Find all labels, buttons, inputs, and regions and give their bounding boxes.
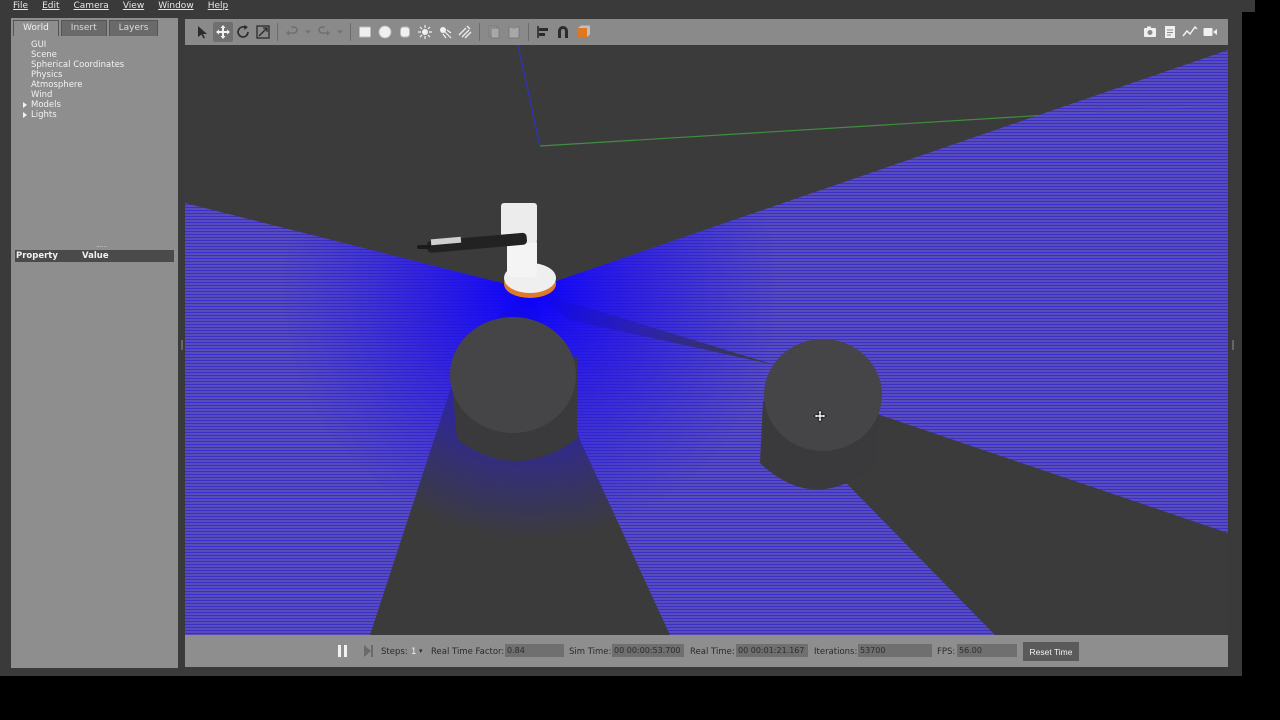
redo-dropdown-icon[interactable]	[334, 22, 346, 42]
expand-arrow-icon[interactable]	[23, 102, 27, 108]
tree-item-physics[interactable]: Physics	[31, 70, 62, 80]
spot-light-icon[interactable]	[435, 22, 455, 42]
snap-icon[interactable]	[553, 22, 573, 42]
tree-item-atmosphere[interactable]: Atmosphere	[31, 80, 82, 90]
directional-light-icon[interactable]	[455, 22, 475, 42]
log-icon[interactable]	[1160, 22, 1180, 42]
sim-time-label: Sim Time:	[569, 647, 612, 657]
tree-item-gui[interactable]: GUI	[31, 40, 46, 50]
left-panel: World Insert Layers GUI Scene Spherical …	[11, 18, 178, 668]
tab-layers[interactable]: Layers	[108, 20, 159, 36]
copy-icon[interactable]	[484, 22, 504, 42]
pause-icon[interactable]	[338, 645, 348, 657]
screenshot-icon[interactable]	[1140, 22, 1160, 42]
gazebo-window: File Edit Camera View Window Help World …	[0, 0, 1255, 676]
change-view-icon[interactable]	[573, 22, 593, 42]
menu-window[interactable]: Window	[158, 1, 194, 11]
sphere-shape-icon[interactable]	[375, 22, 395, 42]
menu-view[interactable]: View	[123, 1, 144, 11]
menu-camera[interactable]: Camera	[74, 1, 109, 11]
tree-item-lights[interactable]: Lights	[23, 110, 57, 120]
real-time-value: 00 00:01:21.167	[736, 644, 808, 657]
tree-item-label: Wind	[31, 90, 53, 100]
box-shape-icon[interactable]	[355, 22, 375, 42]
tree-item-label: Spherical Coordinates	[31, 60, 125, 70]
iterations-label: Iterations:	[814, 647, 858, 657]
tab-world[interactable]: World	[13, 20, 59, 36]
point-light-icon[interactable]	[415, 22, 435, 42]
expand-arrow-icon[interactable]	[23, 112, 27, 118]
time-panel: Steps: 1 ▾ Real Time Factor: 0.84 Sim Ti…	[185, 635, 1228, 667]
steps-dropdown-icon[interactable]: ▾	[419, 647, 423, 655]
right-panel-resize-handle[interactable]	[1232, 340, 1234, 350]
scale-icon[interactable]	[253, 22, 273, 42]
real-time-label: Real Time:	[690, 647, 735, 657]
real-time-factor-label: Real Time Factor:	[431, 647, 505, 657]
obstacle-cylinder-left	[450, 317, 577, 461]
tree-item-models[interactable]: Models	[23, 100, 61, 110]
paste-icon[interactable]	[504, 22, 524, 42]
tree-item-label: GUI	[31, 40, 47, 50]
panel-tabs: World Insert Layers	[13, 20, 159, 36]
toolbar	[185, 19, 1228, 45]
record-video-icon[interactable]	[1200, 22, 1220, 42]
world-tree: GUI Scene Spherical Coordinates Physics …	[11, 37, 178, 249]
tree-item-label: Scene	[31, 50, 57, 60]
render-viewport: Steps: 1 ▾ Real Time Factor: 0.84 Sim Ti…	[185, 19, 1228, 667]
undo-dropdown-icon[interactable]	[302, 22, 314, 42]
real-time-factor-value: 0.84	[505, 644, 564, 657]
tree-item-label: Lights	[31, 110, 57, 120]
tab-insert[interactable]: Insert	[60, 20, 107, 36]
select-arrow-icon[interactable]	[193, 22, 213, 42]
tree-item-label: Models	[31, 100, 61, 110]
tree-item-wind[interactable]: Wind	[31, 90, 52, 100]
property-column-header: Property	[16, 251, 58, 261]
step-forward-icon[interactable]	[364, 645, 374, 657]
menu-help[interactable]: Help	[208, 1, 229, 11]
left-panel-resize-handle[interactable]	[181, 340, 183, 350]
tree-item-scene[interactable]: Scene	[31, 50, 57, 60]
tree-item-label: Physics	[31, 70, 63, 80]
sim-time-value: 00 00:00:53.700	[612, 644, 684, 657]
fps-label: FPS:	[937, 647, 956, 657]
property-table-header: Property Value	[15, 250, 174, 262]
menu-edit[interactable]: Edit	[42, 1, 59, 11]
tree-item-spherical-coordinates[interactable]: Spherical Coordinates	[31, 60, 124, 70]
align-icon[interactable]	[533, 22, 553, 42]
plot-icon[interactable]	[1180, 22, 1200, 42]
3d-scene[interactable]	[185, 45, 1228, 635]
menu-bar: File Edit Camera View Window Help	[0, 0, 1255, 12]
cylinder-shape-icon[interactable]	[395, 22, 415, 42]
steps-label: Steps:	[381, 647, 408, 657]
undo-icon[interactable]	[282, 22, 302, 42]
translate-icon[interactable]	[213, 22, 233, 42]
reset-time-button[interactable]: Reset Time	[1023, 642, 1079, 661]
value-column-header: Value	[82, 251, 109, 261]
menu-file[interactable]: File	[13, 1, 28, 11]
rotate-icon[interactable]	[233, 22, 253, 42]
panel-splitter-handle[interactable]	[97, 246, 107, 248]
scene-canvas	[185, 45, 1228, 635]
tree-item-label: Atmosphere	[31, 80, 83, 90]
iterations-value: 53700	[858, 644, 932, 657]
fps-value: 56.00	[957, 644, 1017, 657]
steps-value[interactable]: 1	[411, 647, 416, 657]
redo-icon[interactable]	[314, 22, 334, 42]
